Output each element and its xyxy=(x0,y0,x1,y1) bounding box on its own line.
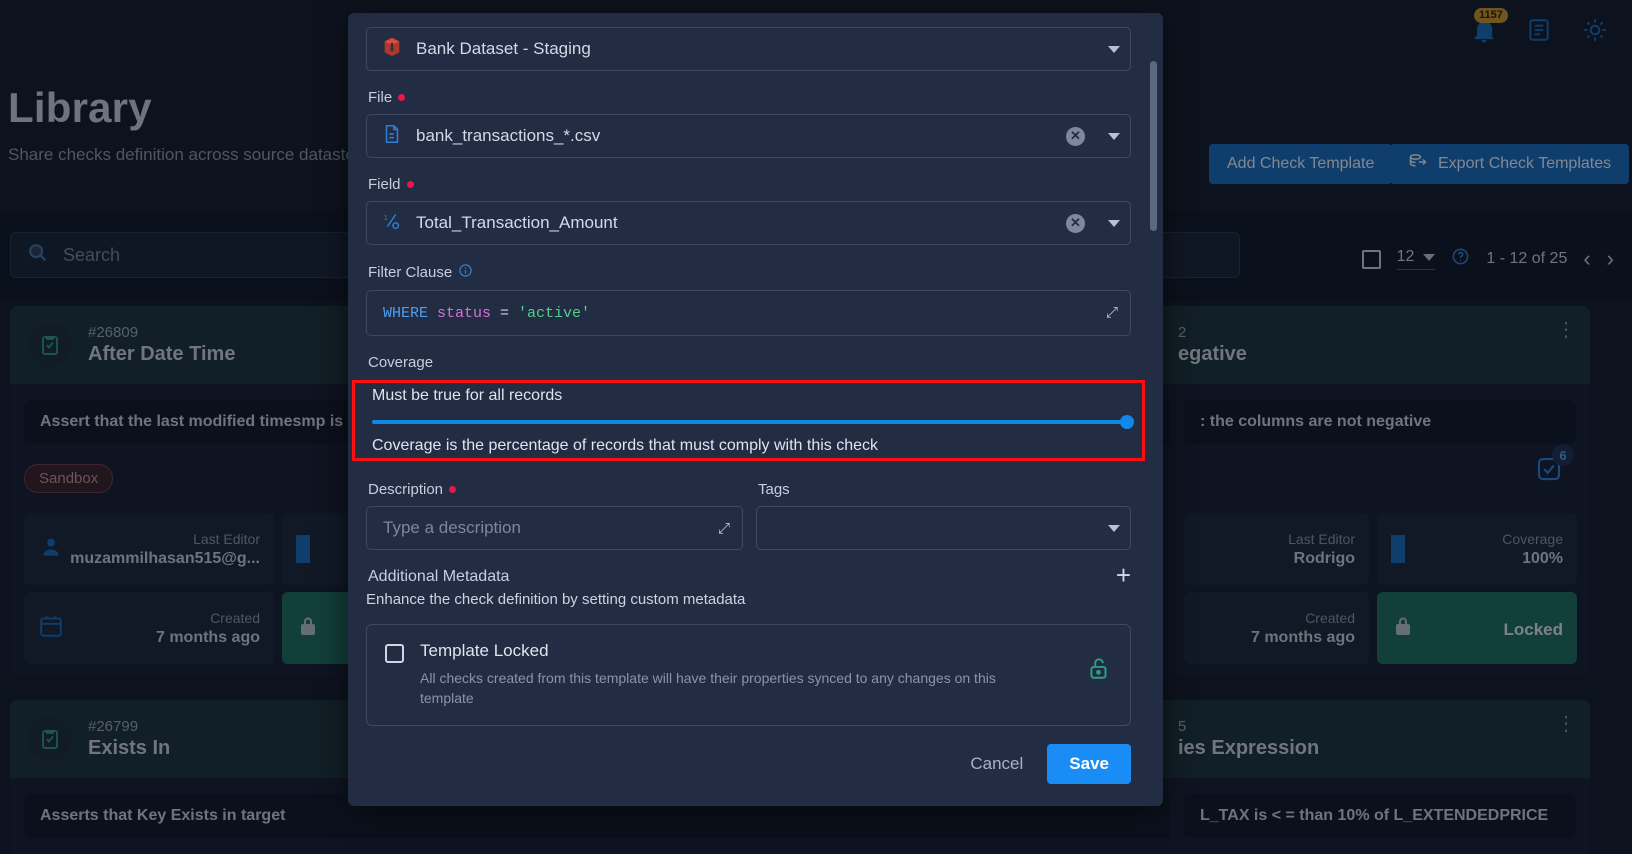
clear-icon[interactable]: ✕ xyxy=(1066,126,1085,146)
template-locked-card: Template Locked All checks created from … xyxy=(366,624,1131,726)
additional-metadata-hint: Enhance the check definition by setting … xyxy=(366,591,746,608)
tags-label-text: Tags xyxy=(758,481,790,498)
sql-column: status xyxy=(437,304,492,322)
filter-clause-label: Filter Clause xyxy=(368,263,1131,282)
expand-icon[interactable]: ⤢ xyxy=(1106,304,1118,322)
field-label: Field xyxy=(368,176,1131,193)
unlock-icon xyxy=(1086,655,1112,686)
description-input[interactable]: Type a description ⤢ xyxy=(366,506,743,550)
datastore-icon xyxy=(381,36,403,63)
datastore-select[interactable]: Bank Dataset - Staging xyxy=(366,27,1131,71)
filter-clause-editor[interactable]: WHERE status = 'active' ⤢ xyxy=(366,290,1131,336)
file-icon xyxy=(381,123,403,150)
filter-clause-label-text: Filter Clause xyxy=(368,264,453,281)
sql-keyword: WHERE xyxy=(383,304,429,322)
template-locked-checkbox[interactable] xyxy=(385,644,404,663)
coverage-label: Coverage xyxy=(368,354,1131,371)
file-label-text: File xyxy=(368,89,393,106)
additional-metadata-label: Additional Metadata xyxy=(368,568,510,585)
tags-select[interactable] xyxy=(756,506,1131,550)
chevron-down-icon xyxy=(1108,132,1120,140)
field-select[interactable]: 1 Total_Transaction_Amount ✕ xyxy=(366,201,1131,245)
expand-icon[interactable]: ⤢ xyxy=(718,520,730,537)
cancel-button[interactable]: Cancel xyxy=(970,754,1023,774)
clear-icon[interactable]: ✕ xyxy=(1066,213,1085,233)
modal-scrollbar[interactable] xyxy=(1150,61,1157,231)
plus-icon[interactable]: + xyxy=(1116,562,1131,588)
chevron-down-icon xyxy=(1108,219,1120,227)
required-indicator xyxy=(406,181,414,188)
info-icon[interactable] xyxy=(458,263,473,282)
field-icon: 1 xyxy=(381,210,403,237)
field-label-text: Field xyxy=(368,176,401,193)
template-locked-title: Template Locked xyxy=(420,641,549,660)
description-label-text: Description xyxy=(368,481,444,498)
sql-operator: = xyxy=(500,304,510,322)
file-value: bank_transactions_*.csv xyxy=(416,126,601,145)
file-label: File xyxy=(368,89,1131,106)
chevron-down-icon xyxy=(1108,45,1120,53)
required-indicator xyxy=(449,486,457,493)
tags-label: Tags xyxy=(758,481,1131,498)
check-template-dialog: Bank Dataset - Staging File bank_transac… xyxy=(348,13,1163,806)
chevron-down-icon xyxy=(1108,524,1120,532)
datastore-value: Bank Dataset - Staging xyxy=(416,39,591,58)
description-label: Description xyxy=(368,481,743,498)
svg-text:1: 1 xyxy=(384,213,388,222)
required-indicator xyxy=(398,94,406,101)
save-button[interactable]: Save xyxy=(1047,744,1131,784)
dialog-footer: Cancel Save xyxy=(970,744,1131,784)
description-placeholder: Type a description xyxy=(383,518,521,537)
field-value: Total_Transaction_Amount xyxy=(416,213,618,232)
file-select[interactable]: bank_transactions_*.csv ✕ xyxy=(366,114,1131,158)
coverage-highlight-annotation xyxy=(352,380,1145,461)
sql-literal: 'active' xyxy=(518,304,591,322)
coverage-label-text: Coverage xyxy=(368,354,434,371)
template-locked-description: All checks created from this template wi… xyxy=(420,670,996,707)
